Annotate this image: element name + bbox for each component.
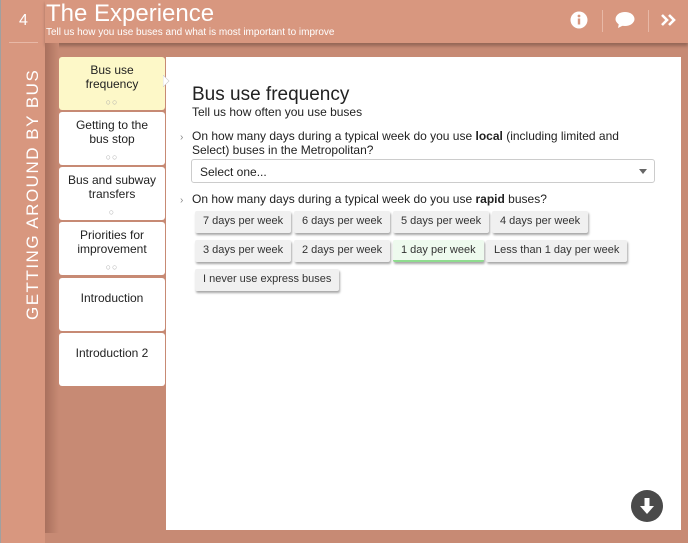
chevron-right-icon: › <box>180 132 184 143</box>
chevron-right-icon: › <box>180 195 184 206</box>
nav-item-label: Introduction 2 <box>75 346 149 360</box>
page-header-subtitle: Tell us how you use buses and what is mo… <box>46 27 335 38</box>
progress-dots: ○ <box>108 207 116 217</box>
step-number: 4 <box>19 12 28 29</box>
info-icon[interactable] <box>569 10 589 30</box>
page-subtitle: Tell us how often you use buses <box>192 105 363 119</box>
nav-item-bus-use-frequency[interactable]: Bus use frequency ○○ <box>59 57 165 110</box>
progress-dots: ○○ <box>105 152 119 162</box>
divider <box>648 10 649 32</box>
content-panel: Bus use frequency Tell us how often you … <box>166 57 681 530</box>
header: The Experience Tell us how you use buses… <box>45 0 688 43</box>
nav-item-introduction[interactable]: Introduction <box>59 278 165 331</box>
scroll-down-button[interactable] <box>631 490 663 522</box>
option-5-days[interactable]: 5 days per week <box>393 211 490 233</box>
arrow-down-icon <box>640 498 654 514</box>
option-3-days[interactable]: 3 days per week <box>195 240 292 262</box>
nav-item-label: Bus and subway transfers <box>67 173 157 201</box>
next-icon[interactable] <box>659 10 679 30</box>
progress-dots: ○○ <box>105 262 119 272</box>
active-indicator-icon <box>163 75 170 87</box>
option-1-day[interactable]: 1 day per week <box>393 240 484 262</box>
option-4-days[interactable]: 4 days per week <box>492 211 589 233</box>
nav-item-label: Bus use frequency <box>85 63 139 91</box>
divider <box>9 42 38 43</box>
nav-item-introduction-2[interactable]: Introduction 2 <box>59 333 165 386</box>
comment-icon[interactable] <box>615 10 635 30</box>
select-value: Select one... <box>200 165 267 179</box>
chevron-down-icon <box>639 169 647 174</box>
page-title: Bus use frequency <box>192 84 350 105</box>
section-strip: 4 GETTING AROUND BY BUS <box>0 0 45 543</box>
option-6-days[interactable]: 6 days per week <box>294 211 391 233</box>
nav-item-bus-subway-transfers[interactable]: Bus and subway transfers ○ <box>59 167 165 220</box>
section-label: GETTING AROUND BY BUS <box>23 68 42 320</box>
progress-dots: ○○ <box>105 97 119 107</box>
nav-item-priorities[interactable]: Priorities for improvement ○○ <box>59 222 165 275</box>
option-2-days[interactable]: 2 days per week <box>294 240 391 262</box>
question-rapid: On how many days during a typical week d… <box>192 192 547 206</box>
option-7-days[interactable]: 7 days per week <box>195 211 292 233</box>
panel-shadow <box>45 43 59 533</box>
nav-item-label: Getting to the bus stop <box>75 118 149 146</box>
page-header-title: The Experience <box>46 0 215 27</box>
nav-item-label: Priorities for improvement <box>77 228 147 256</box>
option-less-than-1-day[interactable]: Less than 1 day per week <box>486 240 628 262</box>
divider <box>602 10 603 32</box>
nav-item-label: Introduction <box>80 291 144 305</box>
local-frequency-select[interactable]: Select one... <box>191 159 655 183</box>
option-never[interactable]: I never use express buses <box>195 269 340 291</box>
question-local: On how many days during a typical week d… <box>192 129 619 157</box>
nav-item-getting-to-bus-stop[interactable]: Getting to the bus stop ○○ <box>59 112 165 165</box>
